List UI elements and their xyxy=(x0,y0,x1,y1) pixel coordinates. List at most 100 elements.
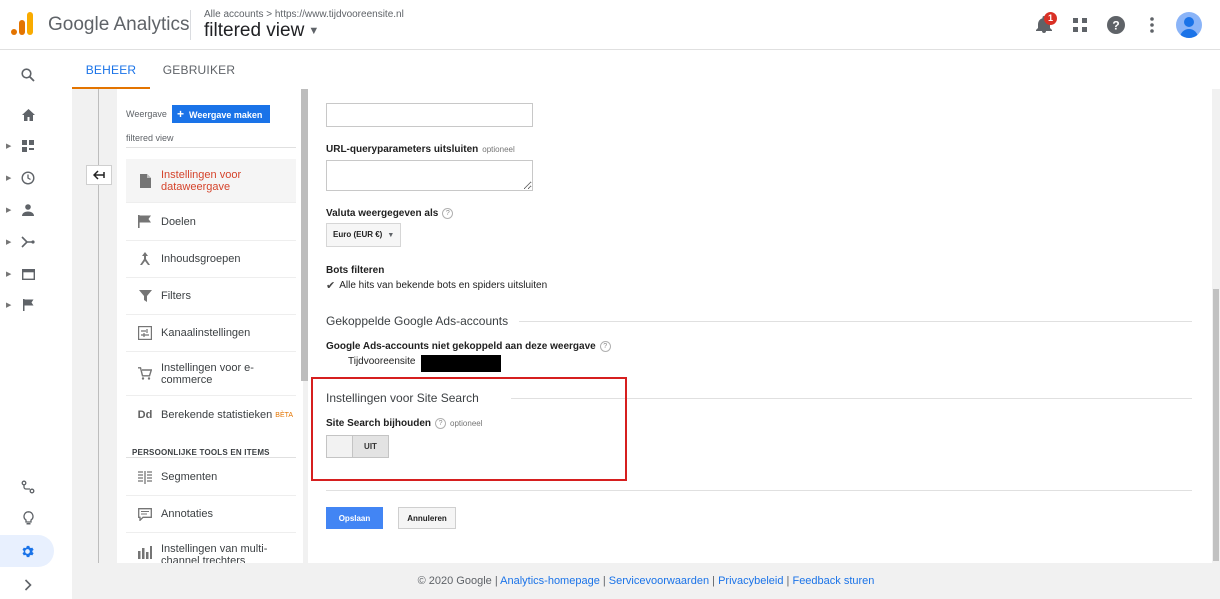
nav-acquisition[interactable]: ▶ xyxy=(0,228,56,256)
create-view-label: Weergave maken xyxy=(189,110,263,120)
nav-home[interactable] xyxy=(0,101,56,129)
header-divider xyxy=(190,10,191,40)
menu-item-annotations[interactable]: Annotaties xyxy=(126,496,296,533)
menu-item-label: Segmenten xyxy=(161,471,218,483)
optional-hint: optioneel xyxy=(482,145,515,154)
copyright: © 2020 Google xyxy=(417,575,492,587)
currency-select[interactable]: Euro (EUR €) ▼ xyxy=(326,223,401,247)
account-breadcrumb[interactable]: Alle accounts > https://www.tijdvooreens… xyxy=(204,9,404,20)
nav-conversions[interactable]: ▶ xyxy=(0,291,56,319)
header-actions: 1 ? xyxy=(1026,10,1202,40)
notifications-button[interactable]: 1 xyxy=(1026,10,1062,40)
filter-icon xyxy=(134,290,156,302)
section-rule xyxy=(519,321,1192,322)
nav-audience[interactable]: ▶ xyxy=(0,196,56,224)
clock-icon xyxy=(21,171,35,185)
menu-item-ecommerce[interactable]: Instellingen voor e-commerce xyxy=(126,352,296,396)
cart-icon xyxy=(134,367,156,380)
nav-realtime[interactable]: ▶ xyxy=(0,164,56,192)
menu-item-filters[interactable]: Filters xyxy=(126,278,296,315)
help-icon[interactable]: ? xyxy=(442,208,454,219)
expand-arrow-icon: ▶ xyxy=(6,271,12,278)
nav-attribution[interactable] xyxy=(0,473,56,501)
bots-checkbox-label: Alle hits van bekende bots en spiders ui… xyxy=(339,280,548,291)
tab-gebruiker[interactable]: GEBRUIKER xyxy=(154,51,244,89)
menu-item-content-grouping[interactable]: Inhoudsgroepen xyxy=(126,241,296,278)
url-params-textarea[interactable] xyxy=(326,160,533,191)
caret-down-icon: ▼ xyxy=(387,232,395,239)
column-divider xyxy=(98,89,99,563)
menu-scrollbar[interactable] xyxy=(301,89,308,381)
bots-checkbox[interactable]: ✔ Alle hits van bekende bots en spiders u… xyxy=(326,279,547,292)
google-analytics-logo[interactable] xyxy=(10,12,34,38)
apps-button[interactable] xyxy=(1062,10,1098,40)
menu-item-label: Filters xyxy=(161,290,191,302)
search-reports-button[interactable] xyxy=(0,61,56,89)
cancel-button[interactable]: Annuleren xyxy=(398,507,456,529)
view-field-input[interactable] xyxy=(326,103,533,127)
home-icon xyxy=(21,109,35,121)
nav-admin[interactable] xyxy=(0,535,54,567)
dd-icon: Dd xyxy=(137,409,153,421)
document-icon xyxy=(134,173,156,188)
help-button[interactable]: ? xyxy=(1098,10,1134,40)
menu-item-channel-settings[interactable]: Kanaalinstellingen xyxy=(126,315,296,352)
expand-arrow-icon: ▶ xyxy=(6,302,12,309)
bots-label: Bots filteren xyxy=(326,265,385,276)
channel-settings-icon xyxy=(134,326,156,340)
url-params-label: URL-queryparameters uitsluiten optioneel xyxy=(326,144,515,155)
back-arrow-icon xyxy=(93,170,105,180)
menu-item-multichannel[interactable]: Instellingen van multi-channel trechters xyxy=(126,533,296,563)
flag-icon xyxy=(22,299,33,311)
plus-icon: + xyxy=(177,107,185,121)
gear-icon xyxy=(21,545,34,557)
form-bottom-rule xyxy=(326,490,1192,491)
ads-account-name[interactable]: Tijdvooreensite xyxy=(348,356,415,367)
top-bar: Google Analytics Alle accounts > https:/… xyxy=(0,0,1220,50)
nav-discover[interactable] xyxy=(0,504,56,532)
view-selector[interactable]: filtered view ▼ xyxy=(204,20,319,42)
search-icon xyxy=(21,68,35,82)
expand-arrow-icon: ▶ xyxy=(6,143,12,150)
menu-separator xyxy=(126,457,296,458)
segments-icon xyxy=(134,470,156,484)
account-avatar[interactable] xyxy=(1176,12,1202,38)
footer-link-feedback[interactable]: Feedback sturen xyxy=(792,575,874,587)
content-grouping-icon xyxy=(134,252,156,266)
bar-chart-icon xyxy=(134,546,156,559)
scrollbar-thumb[interactable] xyxy=(1213,289,1219,561)
menu-item-label: Berekende statistieken xyxy=(161,409,273,421)
tab-beheer[interactable]: BEHEER xyxy=(72,51,150,89)
footer-link-homepage[interactable]: Analytics-homepage xyxy=(500,575,600,587)
window-icon xyxy=(21,268,35,280)
create-view-button[interactable]: + Weergave maken xyxy=(172,105,270,123)
footer-link-terms[interactable]: Servicevoorwaarden xyxy=(609,575,709,587)
redacted-account-id xyxy=(421,355,501,372)
menu-item-segments[interactable]: Segmenten xyxy=(126,459,296,496)
form-scrollbar[interactable] xyxy=(1212,89,1220,563)
flag-icon xyxy=(134,215,156,228)
back-button[interactable] xyxy=(86,165,112,185)
personal-tools-heading: PERSOONLIJKE TOOLS EN ITEMS xyxy=(132,448,270,457)
menu-item-view-settings[interactable]: Instellingen voor dataweergave xyxy=(126,159,296,203)
expand-arrow-icon: ▶ xyxy=(6,239,12,246)
expand-nav-button[interactable] xyxy=(0,571,56,599)
menu-item-goals[interactable]: Doelen xyxy=(126,203,296,241)
ads-section-title: Gekoppelde Google Ads-accounts xyxy=(326,314,509,328)
menu-item-calculated-metrics[interactable]: Dd Berekende statistieken BÈTA xyxy=(126,396,296,434)
more-options-button[interactable] xyxy=(1134,10,1170,40)
help-icon[interactable]: ? xyxy=(599,341,611,352)
menu-item-label: Inhoudsgroepen xyxy=(161,253,241,265)
caret-down-icon: ▼ xyxy=(308,24,320,37)
app-title: Google Analytics xyxy=(48,14,190,35)
help-circle-icon: ? xyxy=(1107,16,1125,34)
ads-unlinked-label: Google Ads-accounts niet gekoppeld aan d… xyxy=(326,341,611,352)
view-column-label: Weergave xyxy=(126,109,167,119)
view-settings-form: URL-queryparameters uitsluiten optioneel … xyxy=(308,89,1212,563)
footer-link-privacy[interactable]: Privacybeleid xyxy=(718,575,783,587)
nav-customization[interactable]: ▶ xyxy=(0,132,56,160)
nav-behavior[interactable]: ▶ xyxy=(0,260,56,288)
currency-label: Valuta weergegeven als? xyxy=(326,208,454,219)
save-button[interactable]: Opslaan xyxy=(326,507,383,529)
menu-item-label: Instellingen voor dataweergave xyxy=(161,168,242,193)
